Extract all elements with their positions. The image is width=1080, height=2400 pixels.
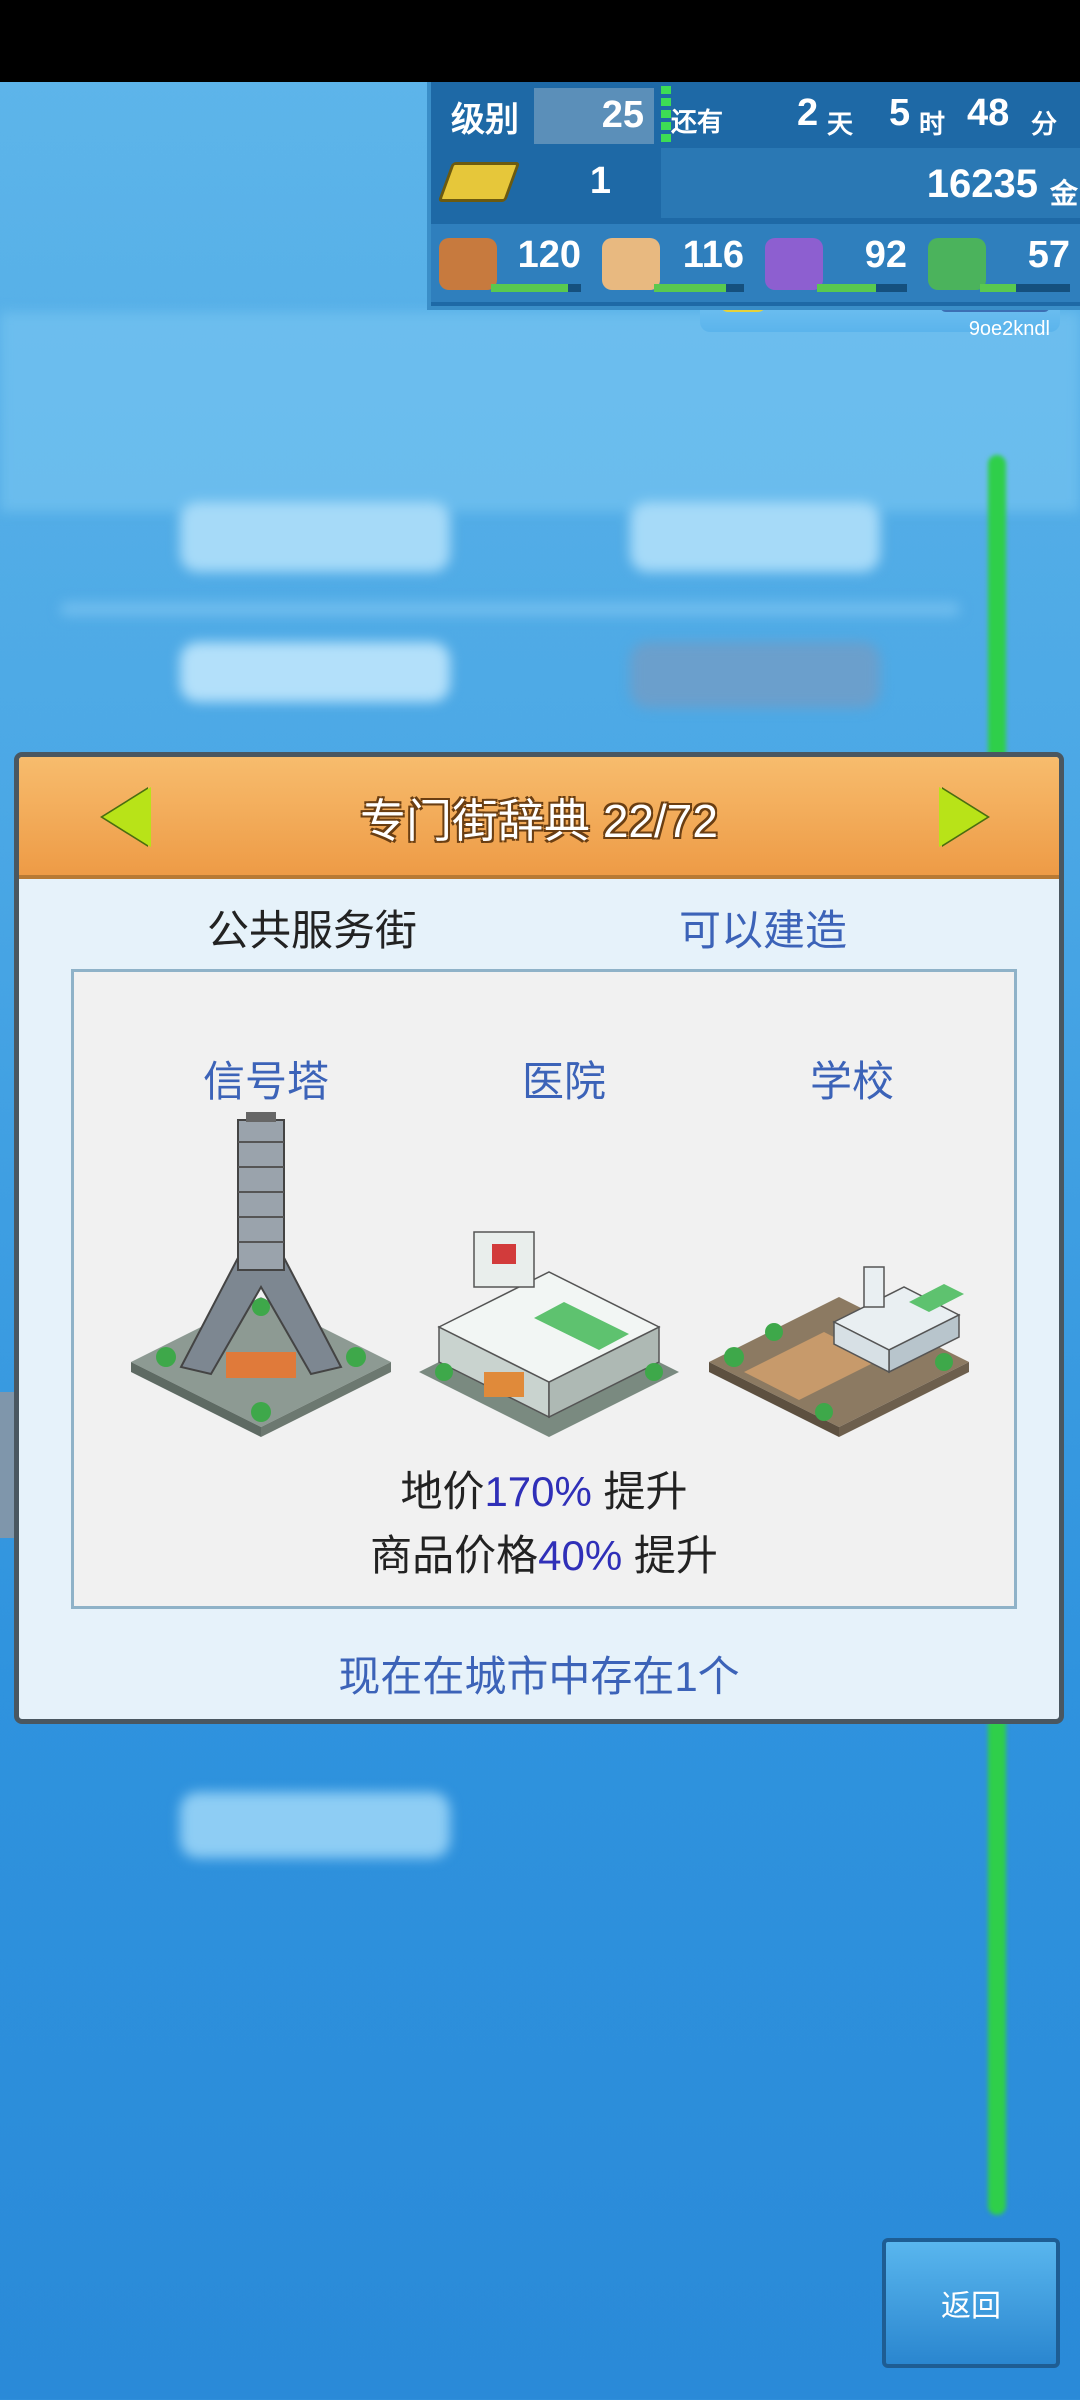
stat-study-value: 57	[1027, 234, 1070, 276]
money-display: 16235 金	[661, 148, 1080, 218]
days-unit: 天	[827, 109, 854, 139]
next-arrow-icon[interactable]	[939, 787, 987, 847]
dialog-header: 专门街辞典 22/72	[19, 757, 1059, 879]
gold-bar-count: 1	[589, 160, 611, 202]
stat-shopping-bar	[654, 284, 744, 292]
minutes-unit: 分	[1031, 109, 1058, 139]
back-button[interactable]: 返回	[882, 2238, 1060, 2368]
goods-price-label: 商品价格	[370, 1532, 539, 1579]
goods-price-suffix: 提升	[622, 1532, 718, 1579]
street-category: 公共服务街	[207, 907, 418, 954]
money-unit: 金	[1049, 178, 1078, 209]
level-box: 25	[534, 88, 654, 144]
money-value: 16235	[926, 162, 1038, 206]
user-id: 9oe2kndl	[968, 318, 1050, 340]
minutes-value: 48	[967, 92, 1010, 134]
stat-music-bar	[817, 284, 907, 292]
street-detail-panel: 信号塔 医院 学校 地价170% 提升 商品价格40% 提升	[71, 969, 1017, 1609]
music-note-icon	[765, 238, 823, 290]
stat-food: 120	[431, 224, 591, 302]
goods-price-percent: 40%	[538, 1532, 623, 1579]
build-status: 可以建造	[679, 907, 848, 954]
shopping-bag-icon	[602, 238, 660, 290]
existing-count-text: 现在在城市中存在1个	[338, 1653, 740, 1700]
food-icon	[439, 238, 497, 290]
land-value-effect: 地价170% 提升	[74, 1458, 1014, 1519]
stat-shopping: 116	[594, 224, 754, 302]
stat-study-bar	[980, 284, 1070, 292]
street-dictionary-dialog: 专门街辞典 22/72 公共服务街 可以建造 信号塔 医院 学校 地价170% …	[14, 752, 1064, 1724]
stat-study: 57	[920, 224, 1080, 302]
hours-value: 5	[889, 92, 911, 134]
dialog-title: 专门街辞典 22/72	[360, 795, 718, 847]
signal-tower-icon	[131, 1112, 391, 1437]
level-value: 25	[601, 94, 644, 136]
top-hud: 级别 25 还有 2 天 5 时 48 分 1 16235 金 120 116 …	[427, 82, 1080, 310]
time-indicator	[661, 86, 671, 142]
stat-food-bar	[491, 284, 581, 292]
land-value-suffix: 提升	[591, 1468, 688, 1515]
gold-bar-icon	[437, 162, 521, 202]
building-name-school: 学校	[809, 1058, 894, 1105]
back-button-label: 返回	[941, 2290, 1001, 2323]
stat-food-value: 120	[517, 234, 581, 276]
building-name-signal-tower: 信号塔	[202, 1058, 329, 1105]
hours-unit: 时	[919, 109, 946, 139]
stat-shopping-value: 116	[682, 234, 744, 276]
resource-stats: 120 116 92 57	[431, 224, 1080, 302]
land-value-percent: 170%	[484, 1468, 592, 1515]
land-value-label: 地价	[400, 1468, 485, 1515]
stat-music-value: 92	[864, 234, 907, 276]
time-remaining: 还有 2 天 5 时 48 分	[661, 82, 1080, 148]
book-icon	[928, 238, 986, 290]
hospital-icon	[419, 1231, 679, 1437]
stat-music: 92	[757, 224, 917, 302]
remaining-label: 还有	[671, 107, 724, 137]
goods-price-effect: 商品价格40% 提升	[74, 1522, 1014, 1583]
school-icon	[709, 1266, 969, 1437]
building-name-hospital: 医院	[521, 1058, 606, 1105]
level-label: 级别	[451, 101, 519, 139]
days-value: 2	[797, 92, 819, 134]
system-status-bar	[0, 0, 1080, 82]
